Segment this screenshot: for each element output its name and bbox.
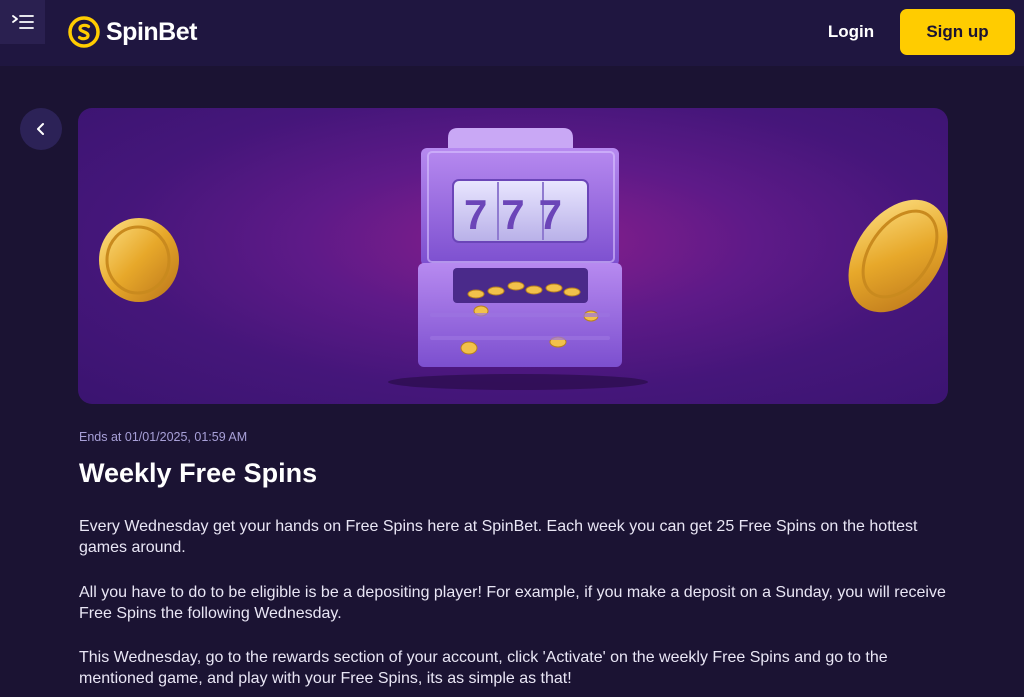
gold-coin-icon: [848, 199, 948, 313]
reel-symbols: 777: [464, 191, 576, 238]
promo-paragraph: Every Wednesday get your hands on Free S…: [79, 518, 918, 556]
promo-title: Weekly Free Spins: [79, 458, 318, 488]
menu-collapse-icon: [11, 15, 34, 29]
brand-name: SpinBet: [106, 17, 197, 46]
top-header: SpinBet Login Sign up: [0, 0, 1024, 66]
slot-machine-icon: 777: [388, 128, 648, 390]
brand-logo[interactable]: SpinBet: [68, 14, 197, 50]
signup-button[interactable]: Sign up: [900, 9, 1015, 55]
promo-end-date: Ends at 01/01/2025, 01:59 AM: [79, 430, 248, 444]
promo-banner: 777: [78, 108, 948, 404]
promo-paragraph: This Wednesday, go to the rewards sectio…: [79, 649, 888, 687]
spinbet-logo-icon: [68, 16, 100, 48]
menu-toggle-button[interactable]: [0, 0, 45, 44]
back-button[interactable]: [20, 108, 62, 150]
promo-paragraph: All you have to do to be eligible is be …: [79, 584, 946, 622]
chevron-left-icon: [37, 123, 44, 135]
login-button[interactable]: Login: [818, 20, 884, 44]
gold-coin-icon: [99, 218, 179, 302]
